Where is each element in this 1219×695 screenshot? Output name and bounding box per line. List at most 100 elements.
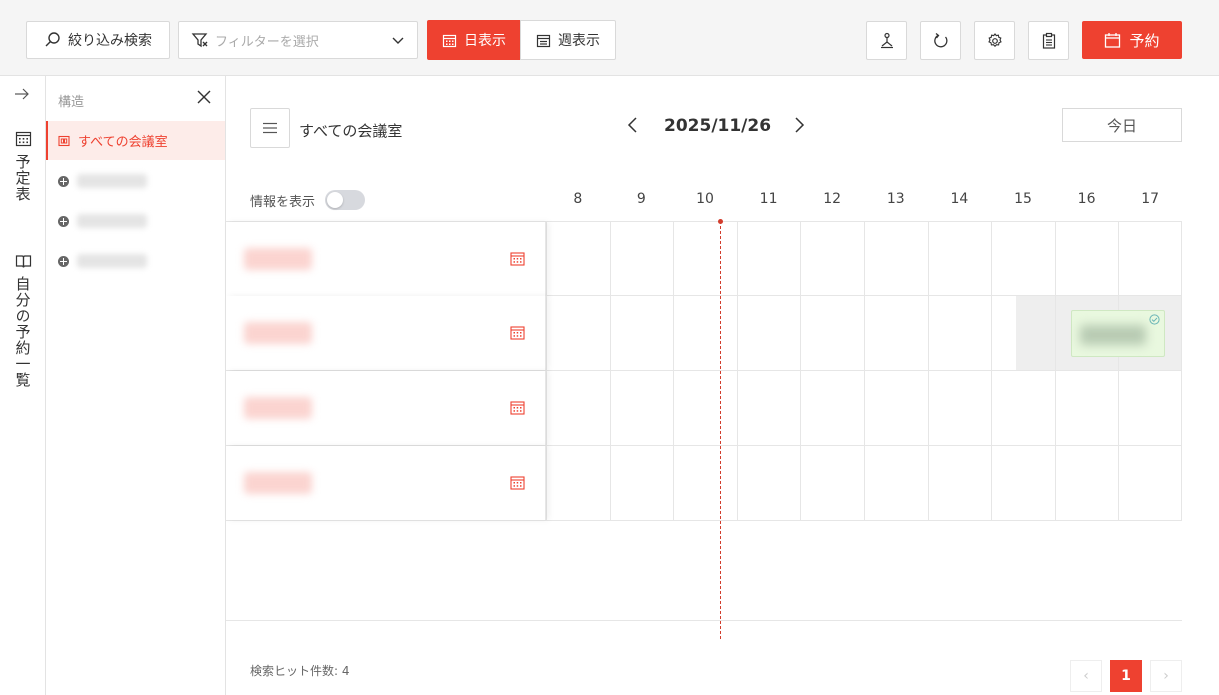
time-slot-cell[interactable] (927, 296, 992, 370)
time-slot-cell[interactable] (864, 296, 928, 370)
time-slot-cell[interactable] (673, 222, 737, 296)
time-slot-cell[interactable] (546, 222, 610, 296)
nav-item-schedule[interactable]: 予定表 (0, 130, 46, 202)
left-nav: 予定表 自分の予約一覧 (0, 76, 46, 695)
booking-block[interactable] (1071, 310, 1165, 357)
structure-item-all-rooms[interactable]: すべての会議室 (46, 121, 225, 160)
blurred-booking-title (1080, 325, 1146, 345)
week-view-button[interactable]: 週表示 (520, 20, 616, 60)
close-icon[interactable] (197, 90, 211, 104)
room-cell[interactable] (226, 371, 546, 445)
time-slot-cell[interactable] (1054, 446, 1119, 520)
blurred-room-name (244, 322, 312, 344)
filter-placeholder: フィルターを選択 (215, 34, 319, 50)
structure-node[interactable] (58, 214, 147, 228)
time-slot-cell[interactable] (1054, 222, 1119, 296)
pagination-prev[interactable]: ‹ (1070, 660, 1102, 692)
time-slot-cell[interactable] (991, 446, 1055, 520)
time-slot-cell[interactable] (800, 371, 864, 445)
nav-item-my-bookings[interactable]: 自分の予約一覧 (0, 254, 46, 388)
expand-plus-icon[interactable] (58, 175, 69, 187)
book-button-label: 予約 (1129, 31, 1160, 50)
time-slot-cell[interactable] (1054, 371, 1119, 445)
structure-node[interactable] (58, 174, 147, 188)
pagination-current-page[interactable]: 1 (1110, 660, 1142, 692)
clipboard-icon (1042, 32, 1055, 49)
refresh-button[interactable] (920, 21, 961, 60)
next-day-icon[interactable] (792, 116, 806, 134)
time-slot-cell[interactable] (736, 371, 801, 445)
room-cell[interactable] (226, 446, 546, 520)
clipboard-button[interactable] (1028, 21, 1069, 60)
room-group-title: すべての会議室 (299, 122, 403, 140)
hour-label: 11 (759, 191, 778, 207)
show-info-toggle[interactable] (325, 190, 365, 210)
time-slot-cell[interactable] (1118, 371, 1182, 445)
time-slot-cell[interactable] (927, 446, 992, 520)
prev-day-icon[interactable] (626, 116, 640, 134)
time-slot-cell[interactable] (673, 296, 737, 370)
hour-label: 14 (950, 191, 969, 207)
check-circle-icon (1149, 314, 1160, 325)
time-slot-cell[interactable] (546, 296, 610, 370)
time-slot-cell[interactable] (609, 446, 674, 520)
room-row (226, 371, 1182, 446)
today-button[interactable]: 今日 (1062, 108, 1182, 142)
time-slot-cell[interactable] (864, 222, 928, 296)
time-slot-cell[interactable] (864, 446, 928, 520)
current-date: 2025/11/26 (664, 116, 772, 136)
room-cell[interactable] (226, 296, 546, 370)
time-slot-cell[interactable] (673, 371, 737, 445)
hour-label: 12 (823, 191, 842, 207)
time-slot-cell[interactable] (991, 371, 1055, 445)
blurred-room-name (244, 472, 312, 494)
time-slot-cell[interactable] (609, 222, 674, 296)
time-slot-cell[interactable] (736, 446, 801, 520)
filter-select[interactable]: フィルターを選択 (178, 21, 418, 59)
time-slot-cell[interactable] (991, 296, 1055, 370)
time-slot-cell[interactable] (991, 222, 1055, 296)
time-slot-cell[interactable] (864, 371, 928, 445)
time-slot-cell[interactable] (609, 296, 674, 370)
blurred-node-label (77, 214, 147, 228)
pagination-next[interactable]: › (1150, 660, 1182, 692)
time-slot-cell[interactable] (800, 296, 864, 370)
show-info-label: 情報を表示 (250, 195, 316, 210)
calendar-week-icon (536, 34, 551, 47)
time-slot-cell[interactable] (927, 371, 992, 445)
book-button[interactable]: 予約 (1082, 21, 1182, 59)
hour-label: 15 (1014, 191, 1032, 207)
menu-button[interactable] (250, 108, 290, 148)
current-time-dot (718, 219, 723, 224)
chevron-down-icon (392, 37, 404, 44)
time-slot-cell[interactable] (673, 446, 737, 520)
time-slot-cell[interactable] (736, 222, 801, 296)
calendar-icon[interactable] (510, 251, 525, 266)
structure-node[interactable] (58, 254, 147, 268)
calendar-icon[interactable] (510, 400, 525, 415)
time-slot-cell[interactable] (546, 371, 610, 445)
time-slot-cell[interactable] (609, 371, 674, 445)
blurred-node-label (77, 254, 147, 268)
settings-button[interactable] (974, 21, 1015, 60)
time-slot-cell[interactable] (800, 446, 864, 520)
search-button[interactable]: 絞り込み検索 (26, 21, 170, 59)
calendar-icon[interactable] (510, 475, 525, 490)
room-cell[interactable] (226, 222, 546, 296)
footer-divider (226, 620, 1182, 621)
hour-label: 16 (1077, 191, 1096, 207)
time-slot-cell[interactable] (736, 296, 801, 370)
time-slot-cell[interactable] (546, 446, 610, 520)
expand-plus-icon[interactable] (58, 215, 69, 227)
day-view-button[interactable]: 日表示 (427, 20, 521, 60)
room-icon (58, 135, 70, 146)
time-slot-cell[interactable] (1118, 446, 1182, 520)
expand-plus-icon[interactable] (58, 255, 69, 267)
expand-arrow-icon[interactable] (13, 86, 31, 102)
organization-button[interactable] (866, 21, 907, 60)
time-slot-cell[interactable] (927, 222, 992, 296)
time-slot-cell[interactable] (1118, 222, 1182, 296)
calendar-icon[interactable] (510, 325, 525, 340)
time-slot-cell[interactable] (800, 222, 864, 296)
structure-item-label: すべての会議室 (78, 135, 168, 150)
